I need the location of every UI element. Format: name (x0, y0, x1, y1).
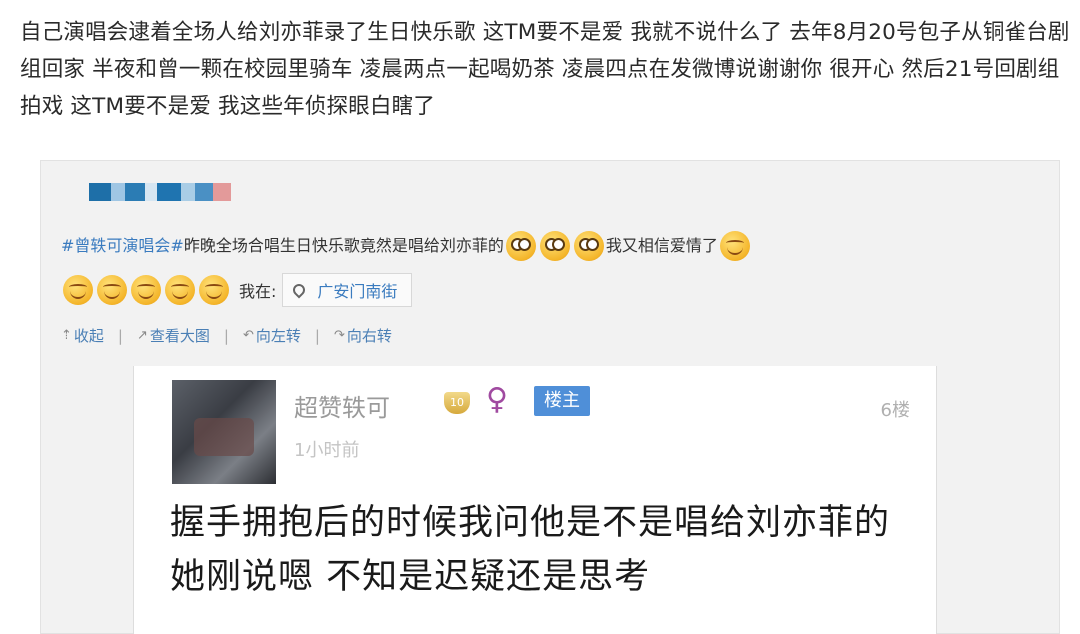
repost-text-line: #曾轶可演唱会# 昨晚全场合唱生日快乐歌竟然是唱给刘亦菲的 我又相信爱情了 (61, 231, 752, 261)
divider: | (314, 326, 320, 345)
smile-emoji-icon (165, 275, 195, 305)
repost-text: 昨晚全场合唱生日快乐歌竟然是唱给刘亦菲的 (183, 236, 504, 255)
owner-badge: 楼主 (534, 386, 590, 416)
view-large-icon: ↗ (136, 328, 148, 343)
floor-number: 6楼 (880, 400, 910, 421)
location-prefix: 我在: (239, 282, 277, 301)
view-large-link[interactable]: 查看大图 (150, 325, 210, 346)
rotate-left-icon: ↶ (242, 328, 254, 343)
rotate-left-link[interactable]: 向左转 (256, 325, 301, 346)
rotate-right-icon: ↷ (333, 328, 345, 343)
eyes-emoji-icon (573, 231, 604, 261)
blurred-username[interactable] (89, 183, 231, 201)
eyes-emoji-icon (539, 231, 570, 261)
location-tag[interactable]: 广安门南街 (282, 273, 413, 307)
image-actions: ⇡ 收起 | ↗ 查看大图 | ↶ 向左转 | ↷ 向右转 (61, 325, 392, 346)
reply-text: 握手拥抱后的时候我问他是不是唱给刘亦菲的 她刚说嗯 不知是迟疑还是思考 (170, 503, 891, 597)
repost-text-after: 我又相信爱情了 (605, 236, 718, 255)
collapse-icon: ⇡ (61, 328, 72, 343)
divider: | (117, 326, 123, 345)
attached-screenshot[interactable]: 超赞轶可 10 ♀ 楼主 6楼 1小时前 握手拥抱后的时候我问他是不是唱给刘亦菲… (133, 366, 937, 634)
location-row: 我在: 广安门南街 (61, 273, 413, 307)
female-icon: ♀ (486, 382, 508, 417)
avatar[interactable] (172, 380, 276, 484)
level-badge-icon: 10 (444, 392, 470, 414)
location-label: 广安门南街 (317, 282, 398, 301)
eyes-emoji-icon (505, 231, 536, 261)
smile-emoji-icon (97, 275, 127, 305)
collapse-link[interactable]: 收起 (74, 325, 104, 346)
post-text: 自己演唱会逮着全场人给刘亦菲录了生日快乐歌 这TM要不是爱 我就不说什么了 去年… (20, 20, 1070, 119)
smile-emoji-icon (63, 275, 93, 305)
hashtag-link[interactable]: #曾轶可演唱会# (61, 233, 184, 259)
screenshot-username[interactable]: 超赞轶可 (294, 388, 390, 423)
smile-emoji-icon (131, 275, 161, 305)
map-pin-icon (290, 281, 308, 299)
post-time: 1小时前 (294, 440, 360, 461)
rotate-right-link[interactable]: 向右转 (347, 325, 392, 346)
smile-emoji-icon (199, 275, 229, 305)
divider: | (223, 326, 229, 345)
smile-emoji-icon (719, 231, 750, 261)
repost-card: #曾轶可演唱会# 昨晚全场合唱生日快乐歌竟然是唱给刘亦菲的 我又相信爱情了 我在… (40, 160, 1060, 634)
